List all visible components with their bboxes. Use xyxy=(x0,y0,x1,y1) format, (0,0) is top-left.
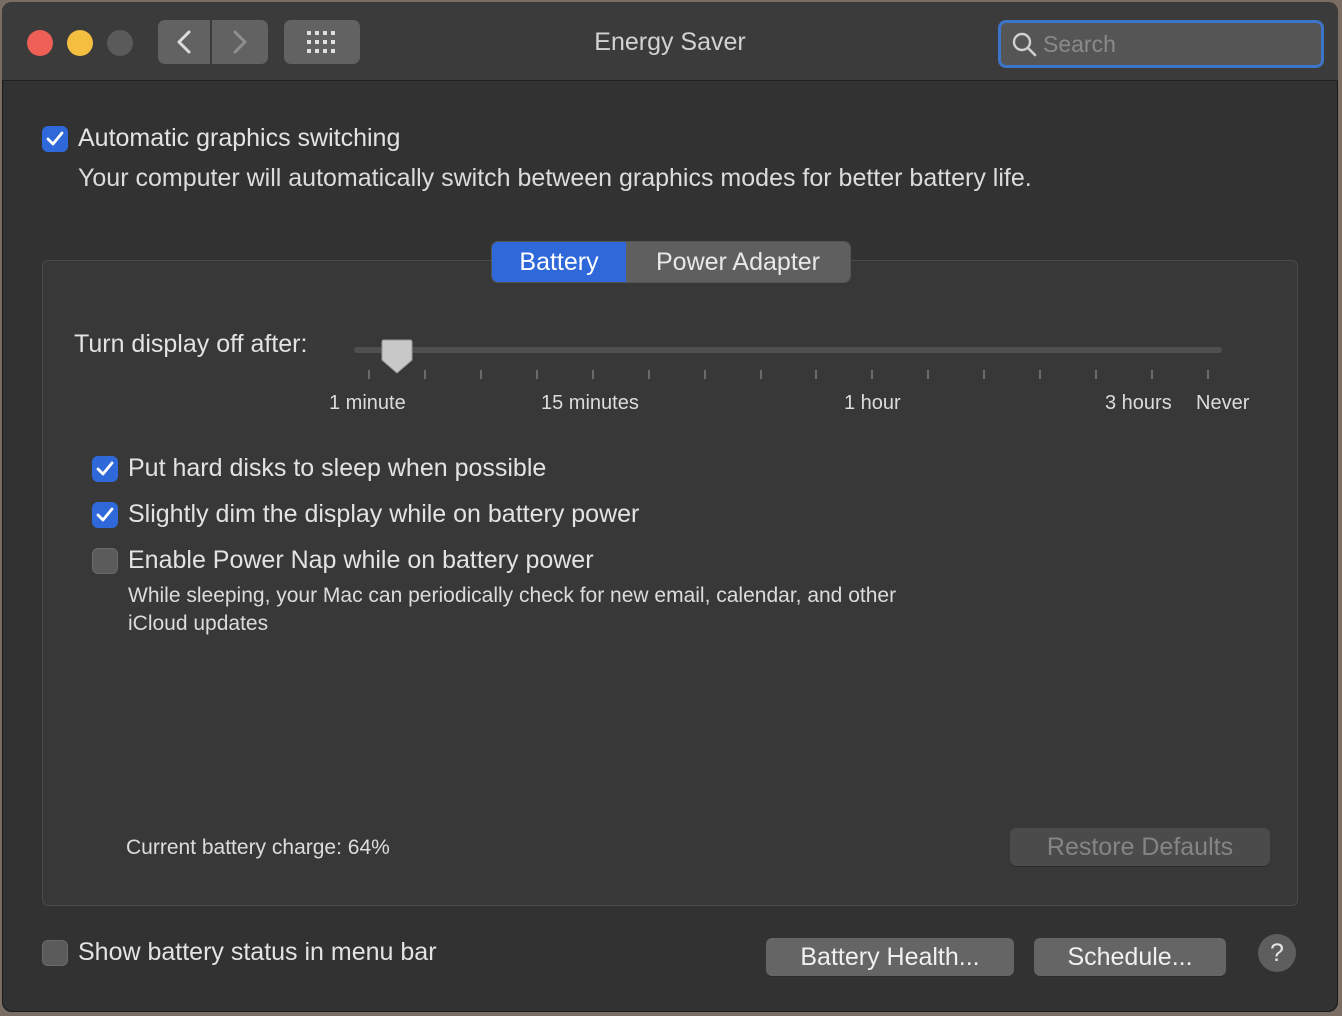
graphics-switching-label: Automatic graphics switching xyxy=(78,124,401,152)
slider-tick xyxy=(1151,370,1154,379)
checkmark-icon xyxy=(96,461,114,476)
tab-battery[interactable]: Battery xyxy=(492,242,626,282)
slider-tick xyxy=(535,370,538,379)
slider-tick xyxy=(1095,370,1098,379)
schedule-button[interactable]: Schedule... xyxy=(1034,938,1226,976)
slider-tick xyxy=(479,370,482,379)
tick-label-3-hours: 3 hours xyxy=(1105,392,1172,414)
checkmark-icon xyxy=(96,507,114,522)
battery-charge-text: Current battery charge: 64% xyxy=(126,836,390,859)
slider-tick xyxy=(1039,370,1042,379)
title-bar: Energy Saver xyxy=(2,2,1338,81)
tab-power-adapter[interactable]: Power Adapter xyxy=(626,242,850,282)
slider-tick xyxy=(368,370,370,379)
help-button[interactable]: ? xyxy=(1258,934,1296,972)
menu-bar-status-checkbox[interactable] xyxy=(42,940,68,966)
search-input[interactable] xyxy=(1041,29,1305,59)
hard-disk-sleep-label: Put hard disks to sleep when possible xyxy=(128,454,547,482)
checkmark-icon xyxy=(46,131,64,146)
slider-thumb[interactable] xyxy=(380,338,414,376)
power-nap-description-line2: iCloud updates xyxy=(128,612,269,635)
search-icon xyxy=(1012,32,1037,57)
power-nap-label: Enable Power Nap while on battery power xyxy=(128,546,594,574)
slider-tick xyxy=(983,370,986,379)
tick-label-15-minutes: 15 minutes xyxy=(541,392,639,414)
dim-display-checkbox[interactable] xyxy=(92,502,118,528)
battery-health-button[interactable]: Battery Health... xyxy=(766,938,1014,976)
tick-label-never: Never xyxy=(1196,392,1250,414)
tick-label-1-minute: 1 minute xyxy=(329,392,406,414)
slider-tick xyxy=(1207,370,1209,379)
display-off-slider[interactable] xyxy=(354,347,1222,353)
tick-label-1-hour: 1 hour xyxy=(844,392,901,414)
preferences-window: Energy Saver Automatic graphics switchin… xyxy=(2,2,1338,1012)
graphics-switching-checkbox[interactable] xyxy=(42,126,68,152)
graphics-switching-description: Your computer will automatically switch … xyxy=(78,164,1032,192)
power-nap-checkbox[interactable] xyxy=(92,548,118,574)
display-off-label: Turn display off after: xyxy=(74,330,308,358)
search-field[interactable] xyxy=(998,20,1324,68)
slider-tick xyxy=(423,370,426,379)
slider-tick xyxy=(703,370,706,379)
slider-tick xyxy=(815,370,818,379)
restore-defaults-button[interactable]: Restore Defaults xyxy=(1010,828,1270,866)
slider-tick xyxy=(647,370,650,379)
hard-disk-sleep-checkbox[interactable] xyxy=(92,456,118,482)
slider-tick xyxy=(759,370,762,379)
power-source-tabs: Battery Power Adapter xyxy=(492,242,850,282)
slider-tick xyxy=(591,370,594,379)
power-nap-description-line1: While sleeping, your Mac can periodicall… xyxy=(128,584,897,607)
slider-tick xyxy=(927,370,930,379)
menu-bar-status-label: Show battery status in menu bar xyxy=(78,938,437,966)
dim-display-label: Slightly dim the display while on batter… xyxy=(128,500,640,528)
slider-tick xyxy=(871,370,874,379)
